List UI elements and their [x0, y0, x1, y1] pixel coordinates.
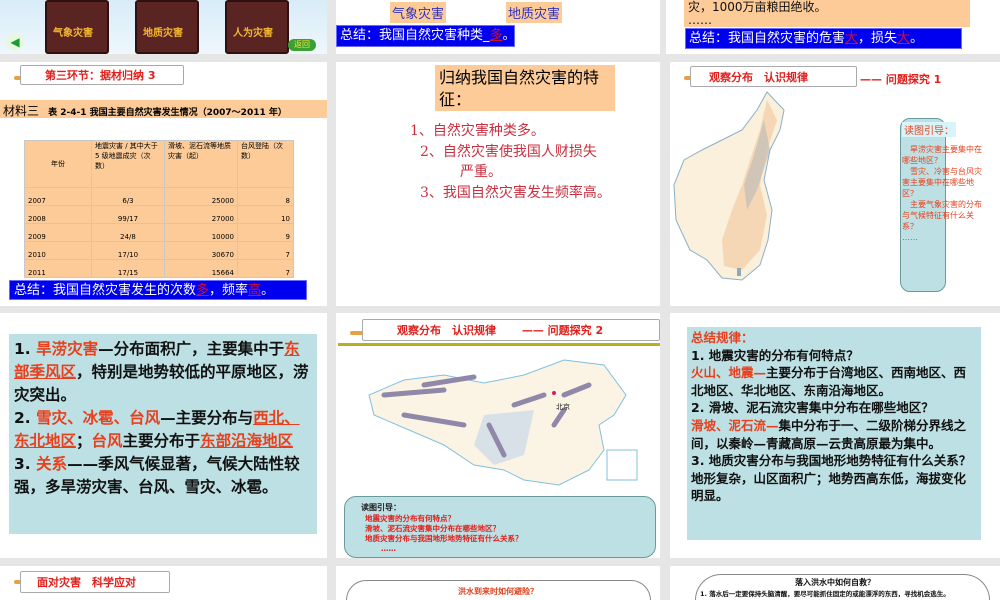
panel-title: 洪水到来时如何避险？ [458, 587, 538, 596]
slide-thumbnail-1[interactable]: 气象灾害 地质灾害 人为灾害 ◀ 返回 [0, 0, 327, 54]
summary-bar: 总结：我国自然灾害种类_多。 [336, 25, 516, 47]
slide-thumbnail-3[interactable]: 灾，1000万亩粮田绝收。 …… 总结：我国自然灾害的危害大，损失大。 [666, 0, 1000, 54]
slide-thumbnail-12[interactable]: 落入洪水中如何自救？ 1. 落水后一定要保持头脑清醒，要尽可能抓住固定的或能漂浮… [670, 566, 1000, 600]
slide-title: 归纳我国自然灾害的特征： [435, 65, 615, 111]
material-bar: 材料三 表 2-4-1 我国主要自然灾害发生情况（2007～2011 年） [0, 100, 327, 118]
rules-summary-box: 总结规律： 1. 地震灾害的分布有何特点？ 火山、地震—主要分布于台湾地区、西南… [687, 327, 981, 540]
back-arrow-icon[interactable]: ◀ [6, 33, 24, 51]
table-row: 2008 99/17 27000 10 [24, 205, 294, 224]
info-box: 灾，1000万亩粮田绝收。 …… [684, 0, 970, 27]
weather-disaster-map [673, 91, 785, 281]
chest-meteorological[interactable]: 气象灾害 [45, 0, 109, 54]
guide-text: 旱涝灾害主要集中在哪些地区？ 雪灾、冷害与台风灾害主要集中在哪些地区？ 主要气象… [902, 145, 982, 242]
slide-thumbnail-4[interactable]: 第三环节：据材归纳 3 材料三 表 2-4-1 我国主要自然灾害发生情况（200… [0, 62, 327, 306]
table-row: 2009 24/8 10000 9 [24, 223, 294, 242]
section-title: 面对灾害 科学应对 [20, 571, 170, 593]
chest-geological[interactable]: 地质灾害 [135, 0, 199, 54]
section-title: 观察分布 认识规律 —— 问题探究 2 [362, 319, 660, 341]
slide-thumbnail-5[interactable]: 归纳我国自然灾害的特征： 1、自然灾害种类多。 2、自然灾害使我国人财损失 严重… [336, 62, 660, 306]
guide-title: 读图引导： [902, 122, 956, 137]
table-header-row: 年份 地震灾害 / 其中大于 5 级地震成灾（次数） 滑坡、泥石流等地质灾害（起… [24, 140, 294, 188]
feature-list: 1、自然灾害种类多。 2、自然灾害使我国人财损失 严重。 3、我国自然灾害发生频… [410, 123, 611, 201]
map-label-beijing: 北京 [556, 403, 570, 411]
chest-human[interactable]: 人为灾害 [225, 0, 289, 54]
tag-meteorological: 气象灾害 [390, 2, 447, 23]
geological-disaster-map [368, 359, 638, 486]
table-row: 2011 17/15 15664 7 [24, 259, 294, 278]
table-row: 2007 6/3 25000 8 [24, 187, 294, 206]
slide-thumbnail-7[interactable]: 1. 旱涝灾害—分布面积广，主要集中于东部季风区，特别是地势较低的平原地区，涝灾… [0, 313, 327, 558]
weather-summary-box: 1. 旱涝灾害—分布面积广，主要集中于东部季风区，特别是地势较低的平原地区，涝灾… [9, 334, 317, 534]
disaster-table: 年份 地震灾害 / 其中大于 5 级地震成灾（次数） 滑坡、泥石流等地质灾害（起… [24, 140, 294, 278]
slide-thumbnail-6[interactable]: 观察分布 认识规律 —— 问题探究 1 读图引导： 旱涝灾害主要集中在哪些地区？… [670, 62, 1000, 306]
panel-title: 落入洪水中如何自救？ [795, 578, 875, 587]
section-subtitle: —— 问题探究 1 [860, 73, 942, 86]
summary-bar: 总结：我国自然灾害的危害大，损失大。 [685, 28, 962, 49]
section-title: 观察分布 认识规律 [690, 66, 857, 87]
slide-thumbnail-9[interactable]: 总结规律： 1. 地震灾害的分布有何特点？ 火山、地震—主要分布于台湾地区、西南… [670, 313, 1000, 558]
return-button[interactable]: 返回 [288, 39, 316, 51]
panel-text: 1. 落水后一定要保持头脑清醒，要尽可能抓住固定的或能漂浮的东西，寻找机会逃生。 [700, 590, 950, 598]
reading-guide-box: 读图引导： 地震灾害的分布有何特点？ 滑坡、泥石流灾害集中分布在哪些地区？ 地质… [344, 496, 656, 558]
slide-thumbnail-8[interactable]: 观察分布 认识规律 —— 问题探究 2 北京 读图引导： 地震灾害的分布有何特点… [336, 313, 660, 558]
guide-text: 地震灾害的分布有何特点？ 滑坡、泥石流灾害集中分布在哪些地区？ 地质灾害分布与我… [365, 514, 523, 553]
table-row: 2010 17/10 30670 7 [24, 241, 294, 260]
slide-thumbnail-10[interactable]: 面对灾害 科学应对 [0, 566, 327, 600]
slide-thumbnail-11[interactable]: 洪水到来时如何避险？ [336, 566, 660, 600]
section-title: 第三环节：据材归纳 3 [20, 65, 184, 85]
slide-thumbnail-2[interactable]: 气象灾害 地质灾害 总结：我国自然灾害种类_多。 [336, 0, 660, 54]
summary-bar: 总结：我国自然灾害发生的次数多，频率高。 [9, 280, 307, 300]
tag-geological: 地质灾害 [506, 2, 563, 23]
divider-line [338, 343, 660, 346]
